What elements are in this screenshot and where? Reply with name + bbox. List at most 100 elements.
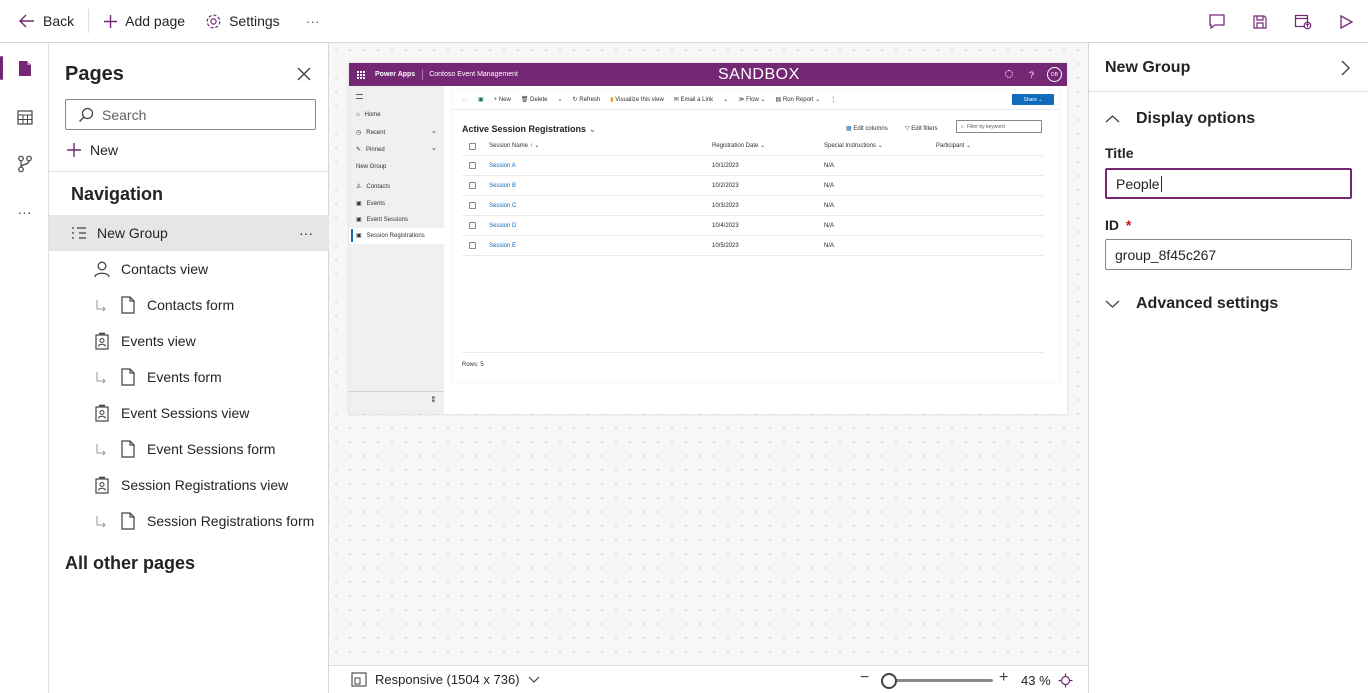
nav-item-event-sessions-view[interactable]: Event Sessions view [49,395,329,431]
design-canvas[interactable]: Power Apps Contoso Event Management SAND… [329,43,1088,665]
chevron-down-icon[interactable]: ⌄ [723,96,728,103]
session-name-link[interactable]: Session C [489,203,516,209]
nav-item-event-sessions-form[interactable]: Event Sessions form [49,431,329,467]
area-switcher-icon[interactable]: ⇕ [430,395,437,404]
table-row[interactable]: Session E 10/5/2023 N/A [462,236,1044,256]
screen-size-selector[interactable]: Responsive (1504 x 736) [351,672,540,687]
back-label: Back [43,13,75,29]
group-more-icon[interactable]: ··· [299,225,313,241]
session-name-link[interactable]: Session B [489,183,516,189]
nav-item-contacts-form[interactable]: Contacts form [49,287,329,323]
nav-item-session-registrations-form[interactable]: Session Registrations form [49,503,329,539]
chevron-up-icon [1105,115,1120,123]
navigation-title: Navigation [71,184,164,204]
select-all-checkbox[interactable] [469,143,476,150]
view-selector[interactable]: Active Session Registrations ⌄ [462,124,596,135]
fit-to-screen-icon[interactable] [1058,673,1073,688]
play-icon[interactable] [1338,14,1354,30]
home-icon: ⌂ [356,112,360,118]
advanced-settings-toggle[interactable]: Advanced settings [1105,295,1278,313]
table-row[interactable]: Session C 10/3/2023 N/A [462,196,1044,216]
divider [49,171,329,172]
chevron-down-icon: ⌄ [431,145,437,152]
delete-command[interactable]: 🗑︎ Delete [521,96,548,103]
nav-item-session-registrations-view[interactable]: Session Registrations view [49,467,329,503]
session-name-link[interactable]: Session D [489,223,516,229]
row-checkbox[interactable] [469,202,476,209]
nav-group-new-group[interactable]: New Group ··· [49,215,329,251]
settings-button[interactable]: Settings [195,0,290,43]
table-row[interactable]: Session D 10/4/2023 N/A [462,216,1044,236]
filter-keyword-input[interactable]: ⌕ Filter by keyword [956,120,1042,133]
share-button[interactable]: Share ⌄ [1012,94,1054,105]
row-checkbox[interactable] [469,242,476,249]
sitemap-pinned[interactable]: ✎ Pinned [356,146,385,154]
table-row[interactable]: Session B 10/2/2023 N/A [462,176,1044,196]
row-checkbox[interactable] [469,182,476,189]
overflow-icon[interactable]: ⋮ [830,96,836,103]
all-other-pages-title[interactable]: All other pages [65,553,195,574]
table-icon [16,109,33,125]
title-field[interactable]: People [1105,168,1352,199]
sitemap-contacts[interactable]: ♙ Contacts [356,183,390,191]
refresh-command[interactable]: ↻ Refresh [573,96,601,103]
zoom-in-button[interactable]: + [999,669,1008,687]
session-name-link[interactable]: Session A [489,163,516,169]
nav-item-label: Contacts form [147,297,235,313]
edit-columns-button[interactable]: ▦ Edit columns [846,125,888,132]
close-icon[interactable] [294,64,314,84]
app-preview[interactable]: Power Apps Contoso Event Management SAND… [349,63,1067,414]
column-header-registration-date[interactable]: Registration Date ⌄ [712,142,765,149]
instructions-cell: N/A [824,162,835,169]
rail-pages[interactable] [0,48,49,88]
rail-more[interactable]: ··· [0,192,49,232]
save-icon[interactable] [1252,14,1268,30]
column-header-special-instructions[interactable]: Special Instructions ⌄ [824,142,883,149]
add-page-button[interactable]: Add page [93,0,195,43]
search-input[interactable]: Search [65,99,316,130]
more-button[interactable]: ··· [290,0,330,43]
email-link-command[interactable]: ✉ Email a Link [674,96,713,103]
rail-data[interactable] [0,97,49,137]
zoom-slider-thumb[interactable] [881,673,897,689]
back-arrow-icon[interactable]: ← [462,97,468,103]
nav-item-events-form[interactable]: Events form [49,359,329,395]
id-field[interactable]: group_8f45c267 [1105,239,1352,270]
report-icon: ▤ [775,97,783,103]
session-name-link[interactable]: Session E [489,243,516,249]
nav-item-contacts-view[interactable]: Contacts view [49,251,329,287]
sitemap-events[interactable]: ▣ Events [356,200,385,208]
row-checkbox[interactable] [469,222,476,229]
chevron-right-icon[interactable] [1340,60,1350,76]
run-report-command[interactable]: ▤ Run Report ⌄ [776,96,821,103]
column-header-session-name[interactable]: Session Name ↑ ⌄ [489,142,539,149]
sitemap-session-registrations[interactable]: ▣ Session Registrations [356,232,425,240]
table-row[interactable]: Session A 10/1/2023 N/A [462,156,1044,176]
sub-item-arrow-icon [96,444,106,456]
visualize-command[interactable]: ▮ Visualize this view [610,96,664,103]
back-button[interactable]: Back [0,0,84,43]
form-switch-icon[interactable]: ▣ [478,96,484,103]
zoom-slider[interactable] [881,673,993,689]
column-header-participant[interactable]: Participant ⌄ [936,142,971,149]
nav-item-label: Session Registrations form [147,513,315,529]
sitemap-label: Event Sessions [366,216,409,223]
zoom-out-button[interactable]: − [860,669,869,687]
edit-filters-button[interactable]: ▽ Edit filters [905,125,938,132]
sitemap-event-sessions[interactable]: ▣ Event Sessions [356,216,409,224]
new-button[interactable]: New [66,142,118,158]
rail-automation[interactable] [0,144,49,184]
chevron-down-icon[interactable]: ⌄ [558,96,563,103]
sitemap-home[interactable]: ⌂ Home [356,112,381,118]
registration-date-cell: 10/5/2023 [712,242,739,249]
new-command[interactable]: + New [494,97,511,103]
comment-icon[interactable] [1208,13,1226,30]
nav-item-label: Contacts view [121,261,209,277]
publish-icon[interactable] [1294,13,1312,30]
nav-item-events-view[interactable]: Events view [49,323,329,359]
sitemap-footer-divider [349,391,444,392]
display-options-toggle[interactable]: Display options [1105,110,1255,128]
sitemap-recent[interactable]: ◷ Recent [356,129,385,137]
row-checkbox[interactable] [469,162,476,169]
flow-command[interactable]: ≫ Flow ⌄ [738,96,765,103]
